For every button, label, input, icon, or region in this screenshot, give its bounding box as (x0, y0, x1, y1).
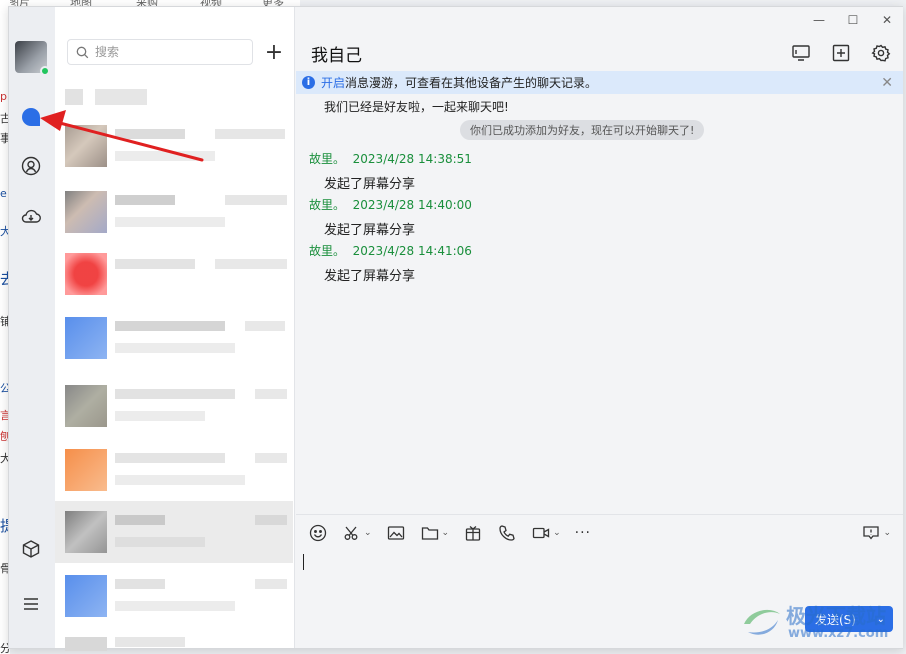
cloud-nav-button[interactable] (20, 205, 42, 227)
contact-avatar (65, 253, 107, 295)
list-item-selected[interactable] (55, 501, 293, 563)
search-input[interactable] (95, 45, 235, 59)
chat-panel: — ☐ ✕ 我自己 i 开启 消息漫游，可查看在其他设备产生的聊天记录。 ✕ 我… (296, 7, 903, 648)
message-text[interactable]: 发起了屏幕分享 (324, 173, 415, 192)
site-watermark: 极光下载站 www.xz7.com (740, 600, 900, 646)
conversation-list: + (55, 7, 295, 651)
chat-app-window: + (8, 6, 903, 651)
scissors-icon (344, 526, 358, 540)
close-banner-button[interactable]: ✕ (881, 75, 893, 91)
list-item[interactable] (55, 439, 293, 501)
screen-share-button[interactable] (791, 43, 811, 63)
window-controls: — ☐ ✕ (811, 13, 895, 27)
folder-icon (421, 526, 438, 540)
compose-toolbar: ⌄ ⌄ ⌄ ··· ⌄ (296, 514, 903, 550)
add-member-button[interactable] (831, 43, 851, 63)
app-center-button[interactable] (20, 538, 42, 560)
minimize-button[interactable]: — (811, 13, 827, 27)
online-status-dot (40, 66, 50, 76)
main-menu-button[interactable] (20, 593, 42, 615)
emoji-button[interactable] (308, 523, 328, 543)
chevron-down-icon: ⌄ (553, 527, 561, 538)
info-icon: i (302, 76, 315, 89)
send-file-button[interactable]: ⌄ (420, 523, 450, 543)
contacts-nav-button[interactable] (20, 155, 42, 177)
chat-settings-button[interactable] (871, 43, 891, 63)
more-icon[interactable]: ··· (575, 525, 591, 541)
send-image-button[interactable] (386, 523, 406, 543)
red-packet-button[interactable] (463, 523, 483, 543)
contact-avatar (65, 317, 107, 359)
contact-avatar (65, 385, 107, 427)
close-button[interactable]: ✕ (879, 13, 895, 27)
search-icon (76, 46, 89, 58)
contact-avatar (65, 191, 107, 233)
maximize-button[interactable]: ☐ (845, 13, 861, 27)
list-item[interactable] (55, 73, 293, 113)
watermark-brand: 极光下载站 (786, 604, 886, 628)
menu-icon (24, 598, 38, 610)
chevron-down-icon: ⌄ (441, 527, 450, 538)
app-box-icon (22, 540, 40, 558)
contact-avatar (65, 449, 107, 491)
text-cursor (303, 554, 304, 570)
enable-roaming-link[interactable]: 开启 (321, 74, 345, 91)
image-icon (387, 525, 404, 540)
add-button[interactable]: + (261, 39, 287, 65)
nav-rail (9, 7, 55, 648)
list-item[interactable] (55, 243, 293, 305)
contact-avatar (65, 637, 107, 651)
message-record-button[interactable]: ⌄ (861, 523, 891, 543)
banner-text: 消息漫游，可查看在其他设备产生的聊天记录。 (345, 76, 598, 90)
message-sender: 故里。 2023/4/28 14:41:06 (309, 244, 472, 258)
contact-avatar (65, 575, 107, 617)
intro-message: 我们已经是好友啦，一起来聊天吧! (324, 100, 509, 114)
message-sender: 故里。 2023/4/28 14:40:00 (309, 198, 472, 212)
gift-box-icon (465, 525, 481, 541)
user-avatar[interactable] (15, 41, 50, 76)
search-box[interactable] (67, 39, 253, 65)
list-item[interactable] (55, 375, 293, 437)
emoji-icon (309, 524, 327, 541)
message-text[interactable]: 发起了屏幕分享 (324, 219, 415, 238)
chat-header-actions (791, 43, 891, 63)
chevron-down-icon: ⌄ (364, 527, 372, 538)
video-call-button[interactable]: ⌄ (531, 523, 561, 543)
watermark-logo-icon (744, 609, 780, 635)
add-square-icon (832, 44, 850, 62)
list-item[interactable] (55, 565, 293, 627)
contact-avatar (65, 125, 107, 167)
voice-call-button[interactable] (497, 523, 517, 543)
cloud-icon (21, 209, 41, 223)
gear-icon (871, 44, 891, 62)
chat-icon (22, 108, 40, 126)
list-item[interactable] (55, 115, 293, 177)
list-item[interactable] (55, 181, 293, 243)
contact-avatar (65, 511, 107, 553)
list-item[interactable] (55, 627, 293, 651)
message-text[interactable]: 发起了屏幕分享 (324, 265, 415, 284)
chat-nav-button[interactable] (20, 106, 42, 128)
roaming-banner: i 开启 消息漫游，可查看在其他设备产生的聊天记录。 ✕ (296, 71, 903, 94)
video-icon (532, 527, 550, 538)
contact-icon (21, 156, 41, 176)
monitor-icon (792, 45, 810, 61)
list-item[interactable] (55, 307, 293, 369)
chat-bubble-icon (863, 526, 880, 540)
system-notice: 你们已成功添加为好友，现在可以开始聊天了! (460, 120, 705, 140)
watermark-url: www.xz7.com (788, 626, 889, 641)
screenshot-button[interactable]: ⌄ (342, 523, 372, 543)
phone-icon (499, 524, 515, 541)
chat-title: 我自己 (311, 46, 362, 66)
message-sender: 故里。 2023/4/28 14:38:51 (309, 152, 472, 166)
chevron-down-icon: ⌄ (883, 528, 891, 538)
